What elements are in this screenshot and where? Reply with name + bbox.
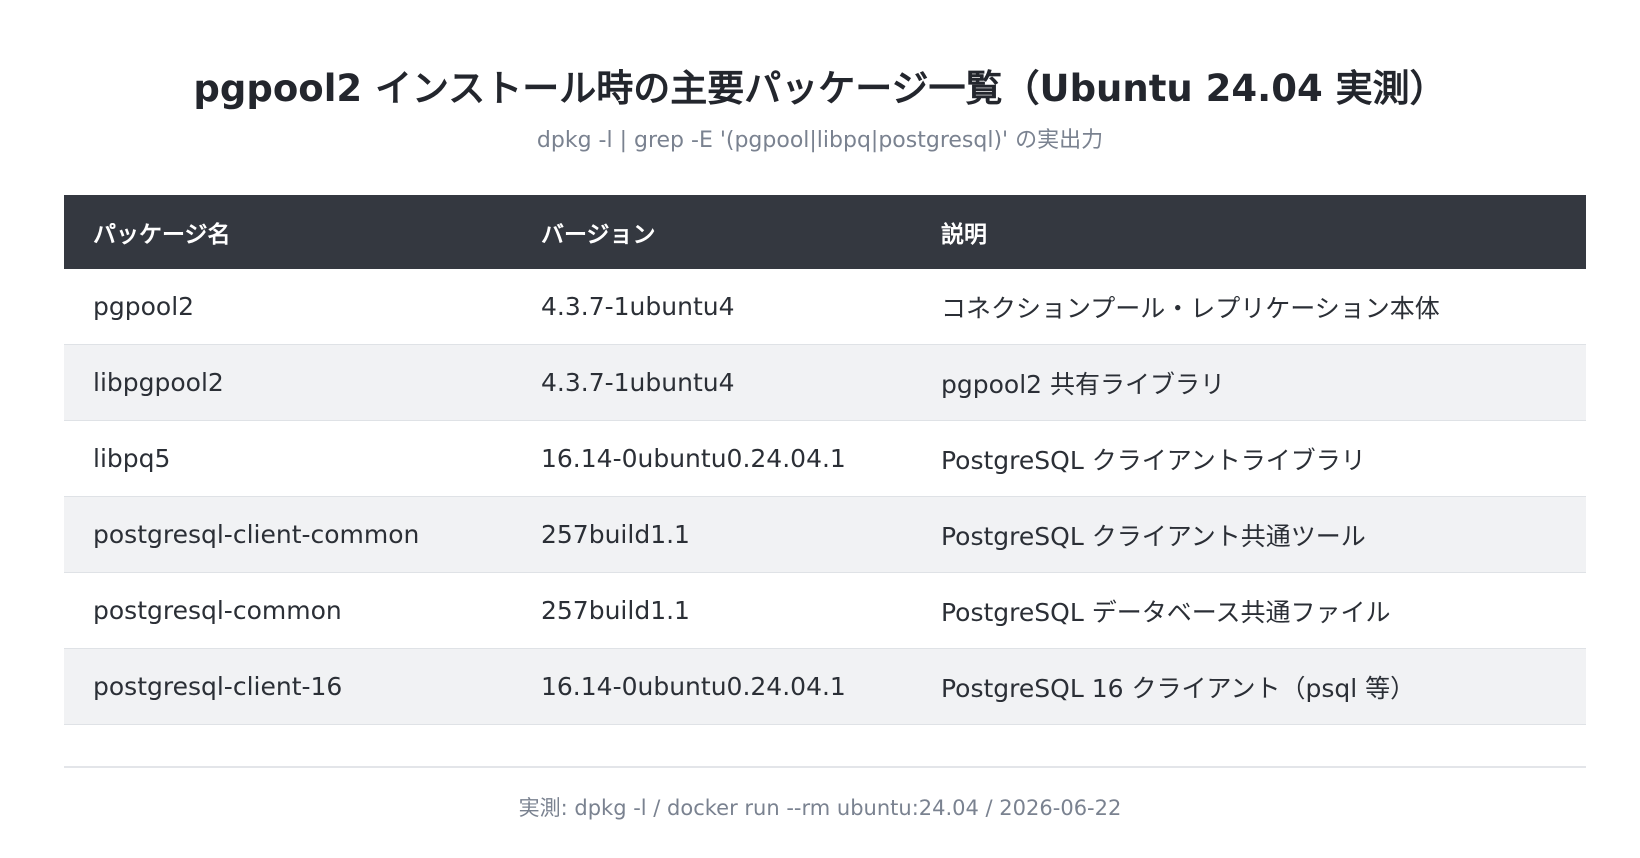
description-cell: PostgreSQL データベース共通ファイル [941, 597, 1391, 627]
description-cell: PostgreSQL クライアント共通ツール [941, 521, 1366, 551]
table-row: postgresql-common 257build1.1 PostgreSQL… [64, 573, 1586, 649]
description-cell: pgpool2 共有ライブラリ [941, 369, 1225, 399]
package-table: パッケージ名 バージョン 説明 pgpool2 4.3.7-1ubuntu4 コ… [64, 195, 1586, 725]
package-name-cell: libpq5 [93, 444, 171, 473]
version-cell: 16.14-0ubuntu0.24.04.1 [541, 444, 846, 473]
column-header-description: 説明 [941, 222, 987, 248]
footer-note: 実測: dpkg -l / docker run --rm ubuntu:24.… [518, 796, 1122, 820]
page-subtitle: dpkg -l | grep -E '(pgpool|libpq|postgre… [536, 128, 1104, 153]
table-row: postgresql-client-common 257build1.1 Pos… [64, 497, 1586, 573]
page-title: pgpool2 インストール時の主要パッケージ一覧（Ubuntu 24.04 実… [193, 67, 1447, 110]
package-name-cell: postgresql-client-16 [93, 672, 343, 701]
version-cell: 257build1.1 [541, 520, 690, 549]
column-header-version: バージョン [541, 222, 656, 248]
package-name-cell: postgresql-common [93, 596, 342, 625]
table-header: パッケージ名 バージョン 説明 [64, 195, 1586, 269]
table-row: postgresql-client-16 16.14-0ubuntu0.24.0… [64, 649, 1586, 725]
package-name-cell: libpgpool2 [93, 368, 224, 397]
package-name-cell: postgresql-client-common [93, 520, 420, 549]
table-row: libpq5 16.14-0ubuntu0.24.04.1 PostgreSQL… [64, 421, 1586, 497]
description-cell: PostgreSQL 16 クライアント（psql 等） [941, 673, 1416, 703]
package-name-cell: pgpool2 [93, 292, 195, 321]
column-header-package-name: パッケージ名 [93, 222, 231, 248]
version-cell: 4.3.7-1ubuntu4 [541, 368, 735, 397]
version-cell: 257build1.1 [541, 596, 690, 625]
table-row: pgpool2 4.3.7-1ubuntu4 コネクションプール・レプリケーショ… [64, 269, 1586, 345]
description-cell: PostgreSQL クライアントライブラリ [941, 445, 1366, 475]
footer-divider [64, 766, 1586, 768]
table-row: libpgpool2 4.3.7-1ubuntu4 pgpool2 共有ライブラ… [64, 345, 1586, 421]
description-cell: コネクションプール・レプリケーション本体 [941, 293, 1440, 323]
version-cell: 4.3.7-1ubuntu4 [541, 292, 735, 321]
version-cell: 16.14-0ubuntu0.24.04.1 [541, 672, 846, 701]
